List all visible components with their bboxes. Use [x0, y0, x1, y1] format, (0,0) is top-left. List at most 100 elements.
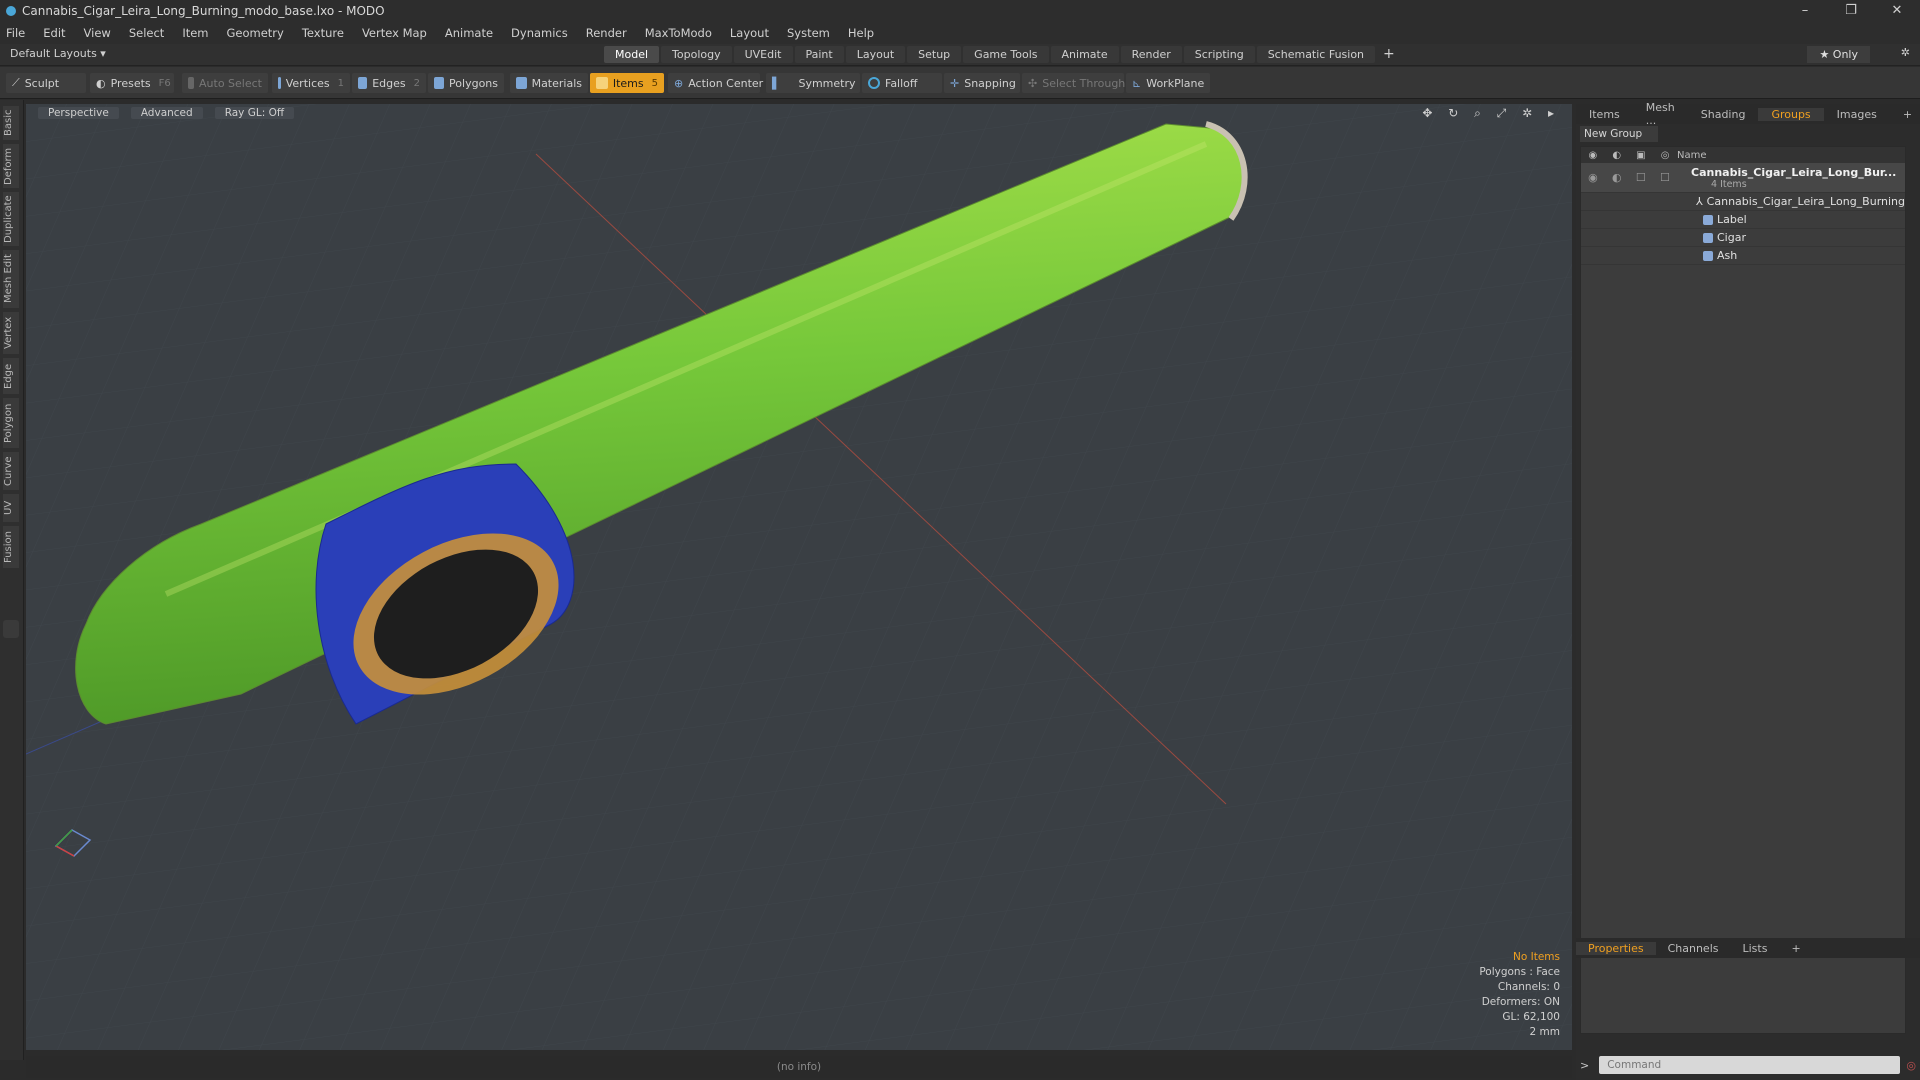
- items-button[interactable]: Items 5: [590, 73, 664, 93]
- tab-polygon[interactable]: Polygon: [3, 398, 19, 448]
- tab-model[interactable]: Model: [604, 46, 660, 63]
- items-label: Items: [612, 76, 644, 90]
- tree-item-ash[interactable]: Ash: [1581, 247, 1905, 265]
- menu-animate[interactable]: Animate: [445, 26, 493, 40]
- viewport-nav-icons[interactable]: ✥ ↻ ⌕ ⤢ ✲ ▸: [1422, 106, 1560, 121]
- workplane-button[interactable]: ⊾ WorkPlane: [1126, 73, 1210, 93]
- menu-item[interactable]: Item: [182, 26, 208, 40]
- falloff-button[interactable]: Falloff: [862, 73, 942, 93]
- sculpt-button[interactable]: ⟋ Sculpt: [6, 73, 86, 93]
- visibility-eye-icon[interactable]: ◉: [1588, 171, 1598, 184]
- 3d-viewport[interactable]: Perspective Advanced Ray GL: Off ✥ ↻ ⌕ ⤢…: [26, 104, 1572, 1050]
- tab-duplicate[interactable]: Duplicate: [3, 192, 19, 246]
- tab-render[interactable]: Render: [1120, 46, 1182, 63]
- menu-maxtomodo[interactable]: MaxToModo: [645, 26, 712, 40]
- tab-uvedit[interactable]: UVEdit: [733, 46, 793, 63]
- presets-button[interactable]: ◐ Presets F6: [90, 73, 174, 93]
- tab-topology[interactable]: Topology: [661, 46, 732, 63]
- tab-edge[interactable]: Edge: [3, 358, 19, 394]
- command-input[interactable]: Command: [1599, 1056, 1901, 1074]
- menu-help[interactable]: Help: [848, 26, 874, 40]
- layout-tab-bar: Default Layouts ▾ Model Topology UVEdit …: [0, 44, 1920, 66]
- tab-animate[interactable]: Animate: [1050, 46, 1119, 63]
- menu-system[interactable]: System: [787, 26, 830, 40]
- panel-toggle-button[interactable]: [3, 620, 19, 638]
- tab-scripting[interactable]: Scripting: [1183, 46, 1255, 63]
- tab-deform[interactable]: Deform: [3, 144, 19, 188]
- tab-images[interactable]: Images: [1824, 108, 1890, 121]
- tree-item-label: Cannabis_Cigar_Leira_Long_Burning: [1706, 195, 1905, 208]
- add-panel-tab[interactable]: +: [1890, 108, 1920, 121]
- menu-texture[interactable]: Texture: [302, 26, 344, 40]
- tree-item-cigar[interactable]: Cigar: [1581, 229, 1905, 247]
- menu-geometry[interactable]: Geometry: [227, 26, 284, 40]
- tab-setup[interactable]: Setup: [907, 46, 962, 63]
- vertices-button[interactable]: Vertices 1: [272, 73, 350, 93]
- tab-game-tools[interactable]: Game Tools: [963, 46, 1049, 63]
- falloff-icon: [868, 77, 880, 89]
- tab-schematic-fusion[interactable]: Schematic Fusion: [1256, 46, 1376, 63]
- tab-curve[interactable]: Curve: [3, 452, 19, 490]
- title-bar: Cannabis_Cigar_Leira_Long_Burning_modo_b…: [0, 0, 1920, 22]
- tab-lists[interactable]: Lists: [1731, 942, 1780, 955]
- tab-fusion[interactable]: Fusion: [3, 526, 19, 568]
- tree-item-label-mesh[interactable]: Label: [1581, 211, 1905, 229]
- tab-basic[interactable]: Basic: [3, 106, 19, 140]
- view-perspective-button[interactable]: Perspective: [38, 107, 119, 119]
- polygons-button[interactable]: Polygons: [428, 73, 504, 93]
- select-through-button[interactable]: ✣ Select Through: [1022, 73, 1125, 93]
- gear-icon[interactable]: ✲: [1901, 46, 1910, 59]
- tab-mesh[interactable]: Mesh ...: [1633, 101, 1688, 127]
- menu-view[interactable]: View: [84, 26, 111, 40]
- tab-items[interactable]: Items: [1576, 108, 1633, 121]
- close-button[interactable]: ✕: [1874, 0, 1920, 22]
- snapping-label: Snapping: [964, 76, 1016, 90]
- app-icon: [6, 6, 16, 16]
- tab-groups[interactable]: Groups: [1758, 107, 1824, 121]
- shading-advanced-button[interactable]: Advanced: [130, 107, 203, 119]
- group-row[interactable]: ◉ ◐ ☐ ☐ Cannabis_Cigar_Leira_Long_Bur... 4 …: [1581, 163, 1905, 193]
- tab-channels[interactable]: Channels: [1656, 942, 1731, 955]
- tab-layout[interactable]: Layout: [845, 46, 906, 63]
- viewport-header: Perspective Advanced Ray GL: Off: [26, 104, 1572, 122]
- only-toggle[interactable]: ★ Only: [1807, 46, 1870, 63]
- menu-select[interactable]: Select: [129, 26, 164, 40]
- default-layouts-dropdown[interactable]: Default Layouts ▾: [10, 47, 106, 60]
- menu-bar: File Edit View Select Item Geometry Text…: [0, 22, 1920, 44]
- add-props-tab[interactable]: +: [1779, 942, 1812, 955]
- vertices-label: Vertices: [285, 76, 330, 90]
- tab-mesh-edit[interactable]: Mesh Edit: [3, 250, 19, 308]
- ray-gl-toggle[interactable]: Ray GL: Off: [214, 107, 295, 119]
- new-group-button[interactable]: New Group: [1580, 126, 1658, 142]
- materials-button[interactable]: Materials: [510, 73, 588, 93]
- menu-edit[interactable]: Edit: [43, 26, 65, 40]
- menu-dynamics[interactable]: Dynamics: [511, 26, 568, 40]
- tab-shading[interactable]: Shading: [1688, 108, 1759, 121]
- tab-vertex[interactable]: Vertex: [3, 312, 19, 354]
- lock-box-icon[interactable]: ☐: [1636, 171, 1646, 184]
- left-tool-tabs: Basic Deform Duplicate Mesh Edit Vertex …: [0, 100, 24, 1060]
- tab-properties[interactable]: Properties: [1576, 941, 1656, 955]
- render-toggle-icon[interactable]: ◐: [1612, 171, 1622, 184]
- snapping-button[interactable]: ✛ Snapping: [944, 73, 1020, 93]
- minimize-button[interactable]: –: [1782, 0, 1828, 22]
- mesh-icon: [1703, 250, 1713, 261]
- add-tab-button[interactable]: +: [1377, 46, 1401, 63]
- restore-button[interactable]: ❐: [1828, 0, 1874, 22]
- auto-select-button[interactable]: Auto Select: [182, 73, 268, 93]
- group-item-count: 4 Items: [1711, 178, 1747, 190]
- edges-button[interactable]: Edges 2: [352, 73, 426, 93]
- symmetry-button[interactable]: ▌ Symmetry: [766, 73, 860, 93]
- snapping-icon: ✛: [950, 76, 960, 90]
- tree-item-scene[interactable]: ⅄ Cannabis_Cigar_Leira_Long_Burning: [1581, 193, 1905, 211]
- menu-render[interactable]: Render: [586, 26, 627, 40]
- properties-tabs: Properties Channels Lists +: [1576, 938, 1920, 958]
- tab-uv[interactable]: UV: [3, 494, 19, 522]
- record-icon[interactable]: ◎: [1906, 1059, 1916, 1072]
- menu-vertex-map[interactable]: Vertex Map: [362, 26, 427, 40]
- menu-layout[interactable]: Layout: [730, 26, 769, 40]
- action-center-button[interactable]: ⊕ Action Center: [668, 73, 763, 93]
- tab-paint[interactable]: Paint: [794, 46, 844, 63]
- select-box-icon[interactable]: ☐: [1660, 171, 1670, 184]
- menu-file[interactable]: File: [6, 26, 25, 40]
